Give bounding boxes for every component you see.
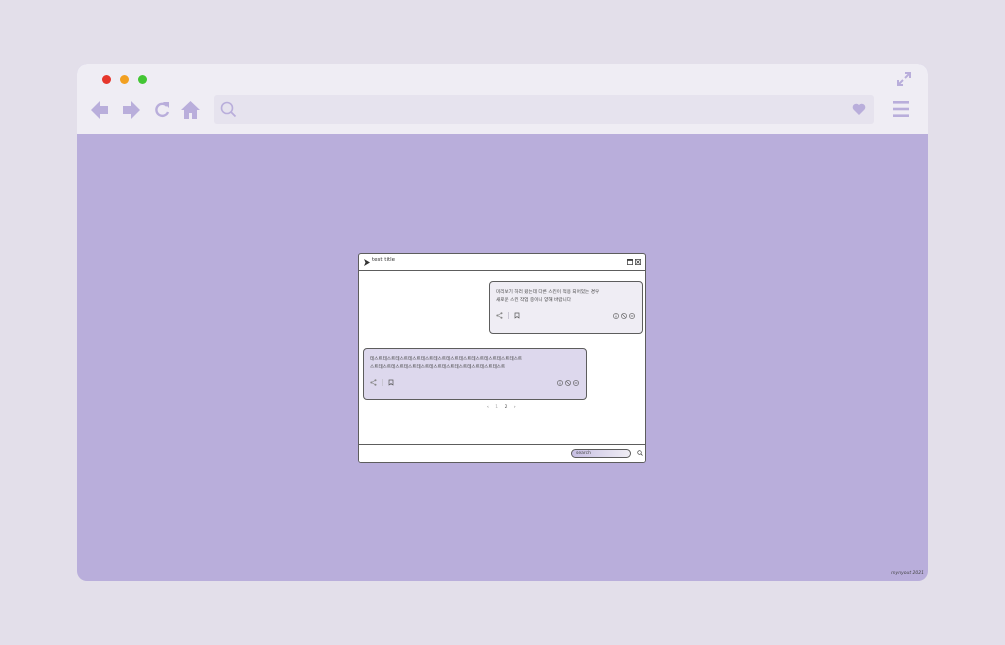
message-text: 미리보기 하러 왔는데 다른 스킨이 적용 되어있는 경우 새로운 스킨 작업 … <box>496 290 600 303</box>
minus-icon[interactable] <box>573 380 579 386</box>
reload-icon[interactable] <box>154 100 170 120</box>
home-icon[interactable] <box>181 100 200 120</box>
window-maximize-icon[interactable] <box>627 259 633 265</box>
divider <box>382 379 383 386</box>
forbidden-icon[interactable] <box>621 313 627 319</box>
bookmark-icon[interactable] <box>388 379 394 386</box>
search-icon[interactable] <box>637 450 643 456</box>
page-link-current[interactable]: 2 <box>505 405 508 410</box>
minimize-window-button[interactable] <box>120 75 129 84</box>
info-icon[interactable] <box>613 313 619 319</box>
pagination: ‹ 1 2 › <box>487 405 521 410</box>
browser-window: test title 미리보기 하러 왔는데 다른 스킨이 적용 되어있는 경우… <box>77 64 928 581</box>
address-bar[interactable] <box>214 95 874 124</box>
share-icon[interactable] <box>370 379 377 386</box>
next-page-button[interactable]: › <box>514 405 516 410</box>
search-placeholder: search <box>576 451 591 456</box>
app-window: test title 미리보기 하러 왔는데 다른 스킨이 적용 되어있는 경우… <box>358 253 646 463</box>
app-footer: search <box>359 444 645 462</box>
forbidden-icon[interactable] <box>565 380 571 386</box>
search-input[interactable]: search <box>571 449 631 458</box>
forward-arrow-icon[interactable] <box>122 100 140 120</box>
credit-text: mynyout 2021 <box>891 571 924 576</box>
message-card: 테스트테스트테스트테스트테스트테스트테스트테스트테스트테스트테스트테스트 스트테… <box>363 348 587 400</box>
chevron-right-icon <box>364 259 370 266</box>
minus-icon[interactable] <box>629 313 635 319</box>
app-title: test title <box>372 257 396 263</box>
browser-toolbar <box>77 64 928 134</box>
maximize-window-button[interactable] <box>138 75 147 84</box>
info-icon[interactable] <box>557 380 563 386</box>
message-text: 테스트테스트테스트테스트테스트테스트테스트테스트테스트테스트테스트테스트 스트테… <box>370 357 523 370</box>
divider <box>508 312 509 319</box>
fullscreen-icon[interactable] <box>897 72 911 86</box>
search-icon <box>220 101 237 118</box>
hamburger-menu-icon[interactable] <box>893 101 909 117</box>
bookmark-icon[interactable] <box>514 312 520 319</box>
app-titlebar: test title <box>359 254 645 271</box>
prev-page-button[interactable]: ‹ <box>487 405 489 410</box>
close-window-button[interactable] <box>102 75 111 84</box>
back-arrow-icon[interactable] <box>91 100 109 120</box>
message-card: 미리보기 하러 왔는데 다른 스킨이 적용 되어있는 경우 새로운 스킨 작업 … <box>489 281 643 334</box>
window-close-icon[interactable] <box>635 259 641 265</box>
share-icon[interactable] <box>496 312 503 319</box>
heart-icon[interactable] <box>852 102 866 116</box>
page-link[interactable]: 1 <box>495 405 498 410</box>
